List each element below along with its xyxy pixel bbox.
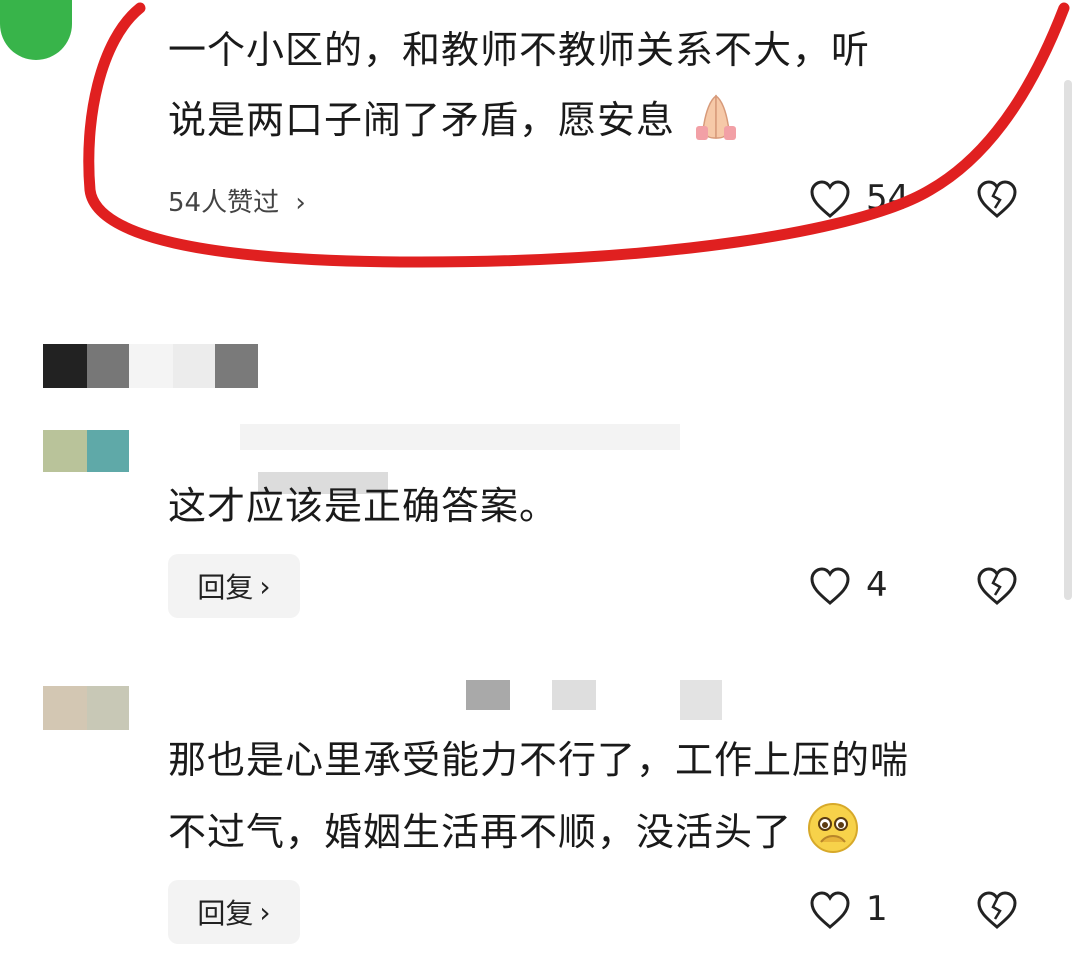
chevron-right-icon: ›: [259, 569, 271, 603]
comment-line: 那也是心里承受能力不行了，工作上压的喘: [168, 738, 910, 782]
reply-button[interactable]: 回复 ›: [168, 554, 300, 618]
avatar[interactable]: [87, 430, 129, 472]
reply-label: 回复: [197, 571, 254, 604]
redacted-block: [215, 344, 258, 388]
comment-line-text: 不过气，婚姻生活再不顺，没活头了: [168, 810, 793, 854]
redacted-block: [552, 680, 596, 710]
chevron-right-icon: ›: [259, 895, 271, 929]
redacted-username: [240, 424, 680, 450]
avatar[interactable]: [43, 686, 87, 730]
redacted-block: [173, 344, 215, 388]
redacted-block: [680, 680, 722, 720]
heart-icon[interactable]: [808, 565, 852, 609]
redacted-block: [43, 344, 87, 388]
broken-heart-icon[interactable]: [975, 565, 1019, 609]
broken-heart-icon[interactable]: [975, 889, 1019, 933]
like-count: 4: [866, 565, 888, 605]
avatar[interactable]: [43, 430, 87, 472]
heart-icon[interactable]: [808, 889, 852, 933]
comment-text: 那也是心里承受能力不行了，工作上压的喘 不过气，婚姻生活再不顺，没活头了: [168, 734, 909, 869]
redacted-block: [466, 680, 510, 710]
redacted-block: [87, 344, 129, 388]
red-annotation-circle: [83, 2, 1070, 268]
reply-label: 回复: [197, 897, 254, 930]
reply-button[interactable]: 回复 ›: [168, 880, 300, 944]
like-count: 1: [866, 889, 888, 929]
pleading-face-icon: [805, 800, 861, 869]
comment-line: 不过气，婚姻生活再不顺，没活头了: [168, 800, 909, 869]
avatar[interactable]: [87, 686, 129, 730]
redacted-block: [129, 344, 173, 388]
comment-text: 这才应该是正确答案。: [168, 484, 559, 528]
